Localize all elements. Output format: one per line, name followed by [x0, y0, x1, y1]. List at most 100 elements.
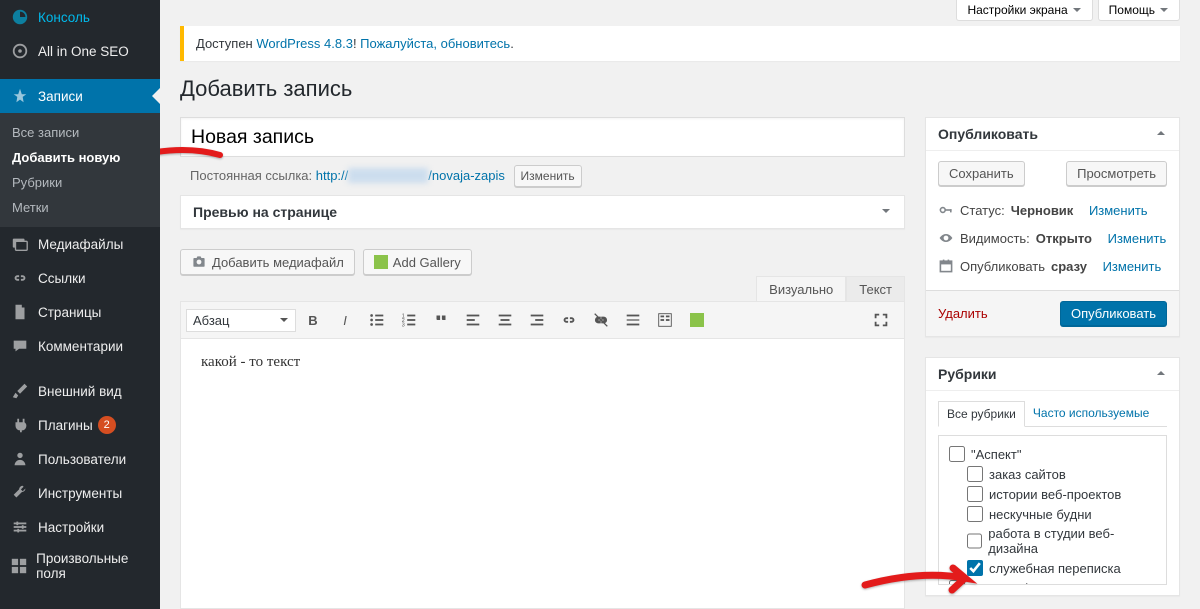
unlink-button[interactable]	[586, 305, 616, 335]
align-right-button[interactable]	[522, 305, 552, 335]
preview-postbox: Превью на странице	[180, 195, 905, 229]
permalink-link[interactable]: http:///novaja-zapis	[316, 168, 505, 183]
category-item[interactable]: работа в студии веб-дизайна	[949, 524, 1156, 558]
wp-version-link[interactable]: WordPress 4.8.3	[256, 36, 353, 51]
submenu-add-new[interactable]: Добавить новую	[0, 145, 160, 170]
comment-icon	[10, 336, 30, 356]
sidebar-item-pages[interactable]: Страницы	[0, 295, 160, 329]
sidebar-item-settings[interactable]: Настройки	[0, 510, 160, 544]
user-icon	[10, 449, 30, 469]
save-draft-button[interactable]: Сохранить	[938, 161, 1025, 186]
link-button[interactable]	[554, 305, 584, 335]
brush-icon	[10, 381, 30, 401]
categories-postbox: Рубрики Все рубрики Часто используемые "…	[925, 357, 1180, 596]
visibility-edit-link[interactable]: Изменить	[1108, 231, 1167, 246]
sidebar-item-aioseo[interactable]: All in One SEO	[0, 34, 160, 68]
category-item[interactable]: заказ сайтов	[949, 464, 1156, 484]
update-link[interactable]: Пожалуйста, обновитесь	[360, 36, 510, 51]
page-icon	[10, 302, 30, 322]
delete-link[interactable]: Удалить	[938, 306, 988, 321]
chevron-up-icon[interactable]	[1155, 127, 1167, 142]
category-item[interactable]: "Аспект"	[949, 444, 1156, 464]
chevron-up-icon[interactable]	[1155, 367, 1167, 382]
bold-button[interactable]: B	[298, 305, 328, 335]
pin-icon	[10, 86, 30, 106]
aioseo-icon	[10, 41, 30, 61]
camera-icon	[191, 254, 207, 270]
sidebar-item-comments[interactable]: Комментарии	[0, 329, 160, 363]
cat-tab-all[interactable]: Все рубрики	[938, 401, 1025, 427]
category-item[interactable]: Блоки в футере	[949, 578, 1156, 585]
posts-submenu: Все записи Добавить новую Рубрики Метки	[0, 113, 160, 227]
dashboard-icon	[10, 7, 30, 27]
sidebar-item-posts[interactable]: Записи	[0, 79, 160, 113]
status-row: Статус: Черновик Изменить	[938, 196, 1167, 224]
toolbar-toggle-button[interactable]	[650, 305, 680, 335]
category-item[interactable]: служебная переписка	[949, 558, 1156, 578]
key-icon	[938, 202, 954, 218]
sidebar-item-appearance[interactable]: Внешний вид	[0, 374, 160, 408]
sidebar-item-links[interactable]: Ссылки	[0, 261, 160, 295]
help-button[interactable]: Помощь	[1098, 0, 1180, 21]
format-select[interactable]: Абзац	[186, 309, 296, 332]
align-center-button[interactable]	[490, 305, 520, 335]
sidebar-item-media[interactable]: Медиафайлы	[0, 227, 160, 261]
screen-options-button[interactable]: Настройки экрана	[956, 0, 1092, 21]
plugin-icon	[10, 415, 30, 435]
tab-visual[interactable]: Визуально	[756, 276, 846, 302]
ol-button[interactable]: 123	[394, 305, 424, 335]
italic-button[interactable]: I	[330, 305, 360, 335]
tab-text[interactable]: Текст	[846, 276, 905, 302]
publish-postbox: Опубликовать Сохранить Просмотреть Стату…	[925, 117, 1180, 337]
update-notice: Доступен WordPress 4.8.3! Пожалуйста, об…	[180, 26, 1180, 61]
category-checkbox[interactable]	[949, 446, 965, 462]
sidebar-item-console[interactable]: Консоль	[0, 0, 160, 34]
publish-button[interactable]: Опубликовать	[1060, 301, 1167, 326]
preview-box-title: Превью на странице	[193, 204, 337, 220]
category-list[interactable]: "Аспект"заказ сайтовистории веб-проектов…	[938, 435, 1167, 585]
schedule-edit-link[interactable]: Изменить	[1103, 259, 1162, 274]
editor-content[interactable]: какой - то текст	[180, 339, 905, 609]
post-title-input[interactable]	[180, 117, 905, 157]
category-checkbox[interactable]	[967, 560, 983, 576]
preview-button[interactable]: Просмотреть	[1066, 161, 1167, 186]
main-content: Настройки экрана Помощь Доступен WordPre…	[160, 0, 1200, 609]
submenu-all-posts[interactable]: Все записи	[0, 120, 160, 145]
editor-toolbar: Абзац B I 123	[180, 301, 905, 339]
sidebar-item-gallery[interactable]: Галерея	[0, 599, 160, 609]
category-checkbox[interactable]	[967, 486, 983, 502]
custom-fields-icon	[10, 556, 28, 576]
category-checkbox[interactable]	[967, 466, 983, 482]
category-checkbox[interactable]	[967, 506, 983, 522]
calendar-icon	[938, 258, 954, 274]
permalink-row: Постоянная ссылка: http:///novaja-zapis …	[180, 157, 905, 195]
quote-button[interactable]	[426, 305, 456, 335]
category-item[interactable]: истории веб-проектов	[949, 484, 1156, 504]
category-checkbox[interactable]	[967, 533, 982, 549]
submenu-categories[interactable]: Рубрики	[0, 170, 160, 195]
sidebar-item-users[interactable]: Пользователи	[0, 442, 160, 476]
admin-sidebar: Консоль All in One SEO Записи Все записи…	[0, 0, 160, 609]
tools-icon	[10, 483, 30, 503]
link-icon	[10, 268, 30, 288]
fullscreen-button[interactable]	[866, 305, 896, 335]
category-checkbox[interactable]	[949, 580, 965, 585]
submenu-tags[interactable]: Метки	[0, 195, 160, 220]
category-item[interactable]: нескучные будни	[949, 504, 1156, 524]
ul-button[interactable]	[362, 305, 392, 335]
status-edit-link[interactable]: Изменить	[1089, 203, 1148, 218]
permalink-edit-button[interactable]: Изменить	[514, 165, 582, 187]
sidebar-item-tools[interactable]: Инструменты	[0, 476, 160, 510]
more-button[interactable]	[618, 305, 648, 335]
sidebar-item-custom-fields[interactable]: Произвольные поля	[0, 544, 160, 588]
add-media-button[interactable]: Добавить медиафайл	[180, 249, 355, 275]
align-left-button[interactable]	[458, 305, 488, 335]
svg-text:3: 3	[402, 322, 405, 328]
media-icon	[10, 234, 30, 254]
sidebar-item-plugins[interactable]: Плагины 2	[0, 408, 160, 442]
add-gallery-button[interactable]: Add Gallery	[363, 249, 472, 275]
plugin-update-badge: 2	[98, 416, 116, 434]
chevron-down-icon[interactable]	[880, 205, 892, 220]
nextgen-button[interactable]	[682, 305, 712, 335]
cat-tab-popular[interactable]: Часто используемые	[1025, 401, 1157, 426]
